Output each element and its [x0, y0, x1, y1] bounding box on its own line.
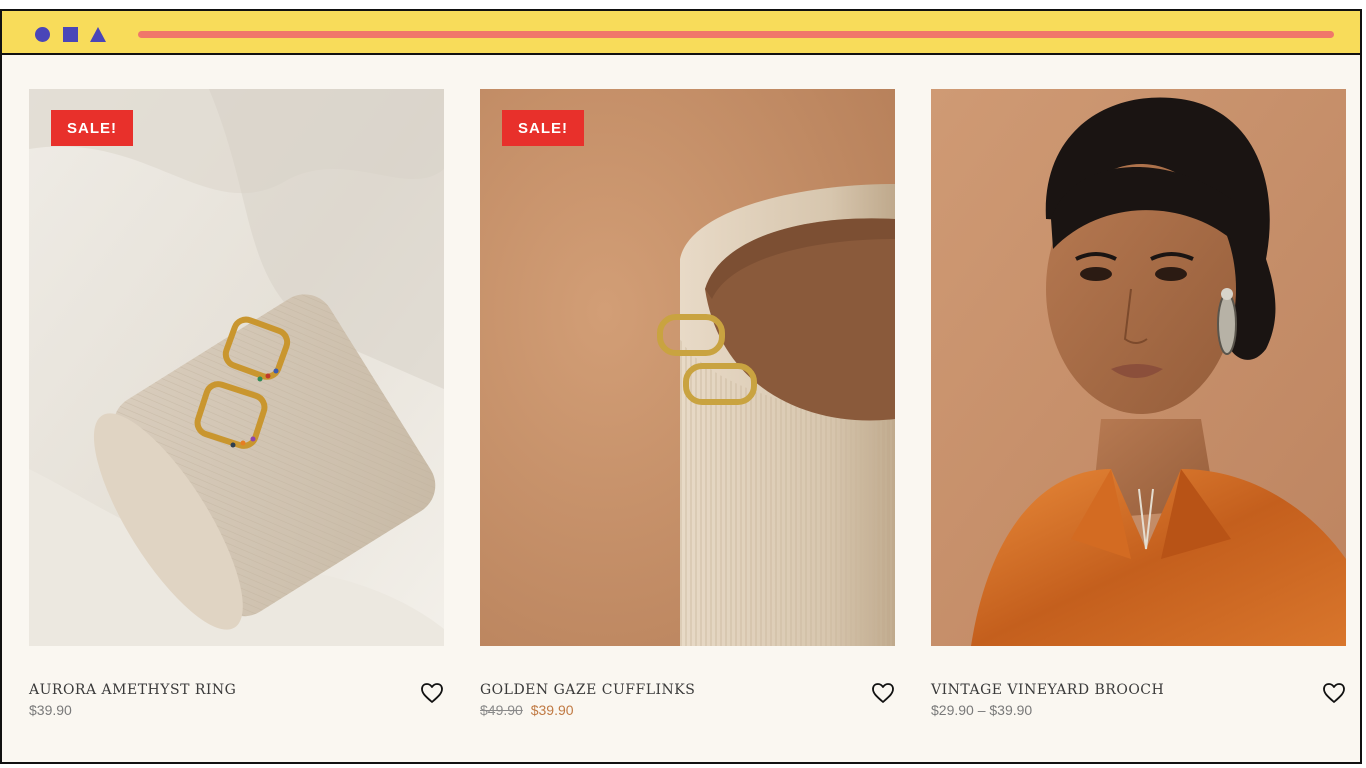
product-info: AURORA AMETHYST RING $39.90: [29, 680, 444, 720]
product-image[interactable]: SALE!: [29, 89, 444, 646]
square-icon: [63, 27, 78, 42]
product-info: GOLDEN GAZE CUFFLINKS $49.90 $39.90: [480, 680, 895, 720]
address-bar[interactable]: [138, 31, 1334, 38]
earrings-on-stone-image: [29, 89, 444, 646]
product-card-aurora[interactable]: SALE! AURORA AMETHYST RING $39.90: [29, 89, 444, 720]
product-price: $39.90: [29, 702, 72, 718]
product-title[interactable]: VINTAGE VINEYARD BROOCH: [931, 682, 1164, 698]
browser-toolbar: [2, 11, 1360, 55]
triangle-icon: [90, 27, 106, 42]
sale-badge: SALE!: [51, 110, 133, 146]
browser-window: SALE! AURORA AMETHYST RING $39.90 SALE! …: [0, 9, 1362, 764]
heart-icon[interactable]: [871, 682, 895, 704]
circle-icon: [35, 27, 50, 42]
original-price: $49.90: [480, 702, 523, 718]
hoops-on-vase-image: [480, 89, 895, 646]
product-info: VINTAGE VINEYARD BROOCH $29.90 – $39.90: [931, 680, 1346, 720]
model-portrait-image: [931, 89, 1346, 646]
heart-icon[interactable]: [420, 682, 444, 704]
product-title[interactable]: AURORA AMETHYST RING: [29, 682, 236, 698]
product-price: $29.90 – $39.90: [931, 702, 1033, 718]
product-image[interactable]: SALE!: [480, 89, 895, 646]
product-card-golden-gaze[interactable]: SALE! GOLDEN GAZE CUFFLINKS $49.90 $39.9…: [480, 89, 895, 720]
sale-badge: SALE!: [502, 110, 584, 146]
sale-price: $39.90: [530, 702, 574, 718]
product-image[interactable]: [931, 89, 1346, 646]
product-price: $49.90 $39.90: [480, 702, 574, 718]
product-card-vintage-vineyard[interactable]: VINTAGE VINEYARD BROOCH $29.90 – $39.90: [931, 89, 1346, 720]
heart-icon[interactable]: [1322, 682, 1346, 704]
product-title[interactable]: GOLDEN GAZE CUFFLINKS: [480, 682, 695, 698]
